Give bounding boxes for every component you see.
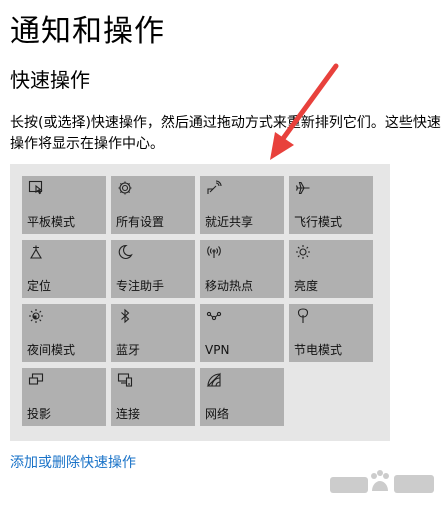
tile-label: 投影	[27, 407, 52, 421]
tile-night-light[interactable]: 夜间模式	[22, 304, 106, 362]
tile-airplane-mode[interactable]: 飞行模式	[289, 176, 373, 234]
tile-label: 定位	[27, 279, 52, 293]
tile-location[interactable]: 定位	[22, 240, 106, 298]
hotspot-icon	[206, 244, 222, 260]
tile-label: 网络	[205, 407, 230, 421]
bluetooth-icon	[117, 308, 133, 324]
network-icon	[206, 372, 222, 388]
vpn-icon	[206, 308, 222, 324]
tile-vpn[interactable]: VPN	[200, 304, 284, 362]
watermark-logo	[330, 470, 434, 493]
night-light-icon	[28, 308, 44, 324]
section-title: 快速操作	[10, 68, 90, 92]
tile-label: 亮度	[294, 279, 319, 293]
gear-icon	[117, 180, 133, 196]
tile-label: 飞行模式	[294, 215, 343, 229]
tile-label: 就近共享	[205, 215, 254, 229]
tile-label: 蓝牙	[116, 343, 141, 357]
tile-mobile-hotspot[interactable]: 移动热点	[200, 240, 284, 298]
tile-battery-saver[interactable]: 节电模式	[289, 304, 373, 362]
tile-nearby-share[interactable]: 就近共享	[200, 176, 284, 234]
tile-bluetooth[interactable]: 蓝牙	[111, 304, 195, 362]
quick-actions-grid: 平板模式 所有设置 就近共享 飞行模式 定位 专注助手 移动热点 亮度 夜间模式…	[10, 164, 390, 441]
tile-label: VPN	[205, 343, 230, 357]
tile-label: 平板模式	[27, 215, 76, 229]
tile-connect[interactable]: 连接	[111, 368, 195, 426]
battery-saver-icon	[295, 308, 311, 324]
location-icon	[28, 244, 44, 260]
nearby-share-icon	[206, 180, 222, 196]
moon-icon	[117, 244, 133, 260]
tile-tablet-mode[interactable]: 平板模式	[22, 176, 106, 234]
tile-label: 移动热点	[205, 279, 254, 293]
connect-icon	[117, 372, 133, 388]
tile-label: 节电模式	[294, 343, 343, 357]
tile-label: 专注助手	[116, 279, 165, 293]
tile-brightness[interactable]: 亮度	[289, 240, 373, 298]
tablet-mode-icon	[28, 180, 44, 196]
brightness-icon	[295, 244, 311, 260]
tile-project[interactable]: 投影	[22, 368, 106, 426]
airplane-icon	[295, 180, 311, 196]
tile-label: 连接	[116, 407, 141, 421]
tile-label: 夜间模式	[27, 343, 76, 357]
tile-network[interactable]: 网络	[200, 368, 284, 426]
section-description: 长按(或选择)快速操作，然后通过拖动方式来重新排列它们。这些快速操作将显示在操作…	[10, 115, 441, 152]
page-title: 通知和操作	[10, 14, 165, 49]
add-remove-quick-actions-link[interactable]: 添加或删除快速操作	[10, 454, 136, 472]
tile-focus-assist[interactable]: 专注助手	[111, 240, 195, 298]
project-icon	[28, 372, 44, 388]
tile-all-settings[interactable]: 所有设置	[111, 176, 195, 234]
tile-label: 所有设置	[116, 215, 165, 229]
